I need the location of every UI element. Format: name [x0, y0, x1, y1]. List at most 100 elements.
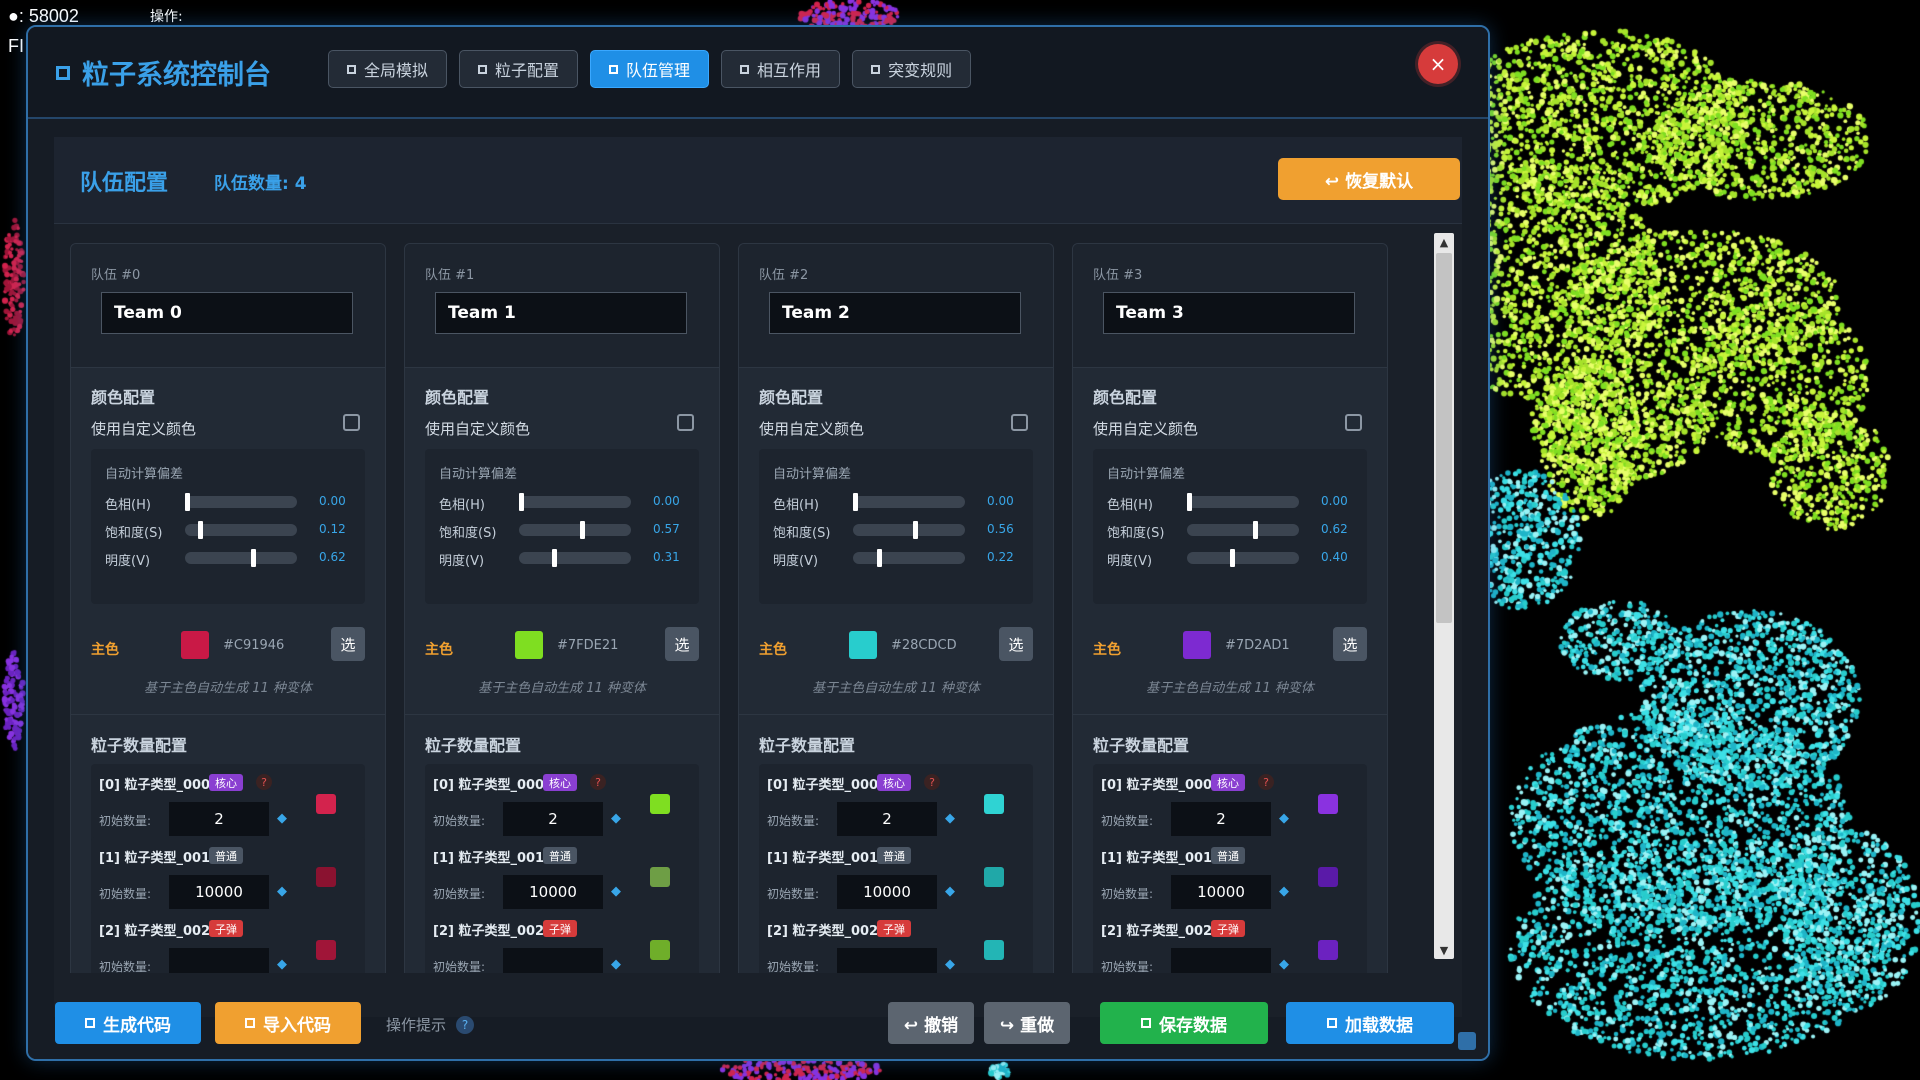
hue-slider[interactable] — [185, 493, 297, 511]
initial-count-input[interactable]: 10000 — [837, 875, 937, 909]
main-color-swatch[interactable] — [1183, 631, 1211, 659]
use-custom-color-checkbox[interactable] — [1011, 414, 1028, 431]
particle-color-swatch[interactable] — [984, 940, 1004, 960]
value-slider[interactable] — [1187, 549, 1299, 567]
saturation-slider[interactable] — [1187, 521, 1299, 539]
initial-count-input[interactable]: 10000 — [503, 875, 603, 909]
redo-button[interactable]: ↪ 重做 — [984, 1002, 1070, 1044]
use-custom-color-checkbox[interactable] — [1345, 414, 1362, 431]
auto-offset-title: 自动计算偏差 — [105, 467, 184, 482]
undo-button[interactable]: ↩ 撤销 — [888, 1002, 974, 1044]
particle-color-swatch[interactable] — [650, 794, 670, 814]
import-code-button[interactable]: 导入代码 — [215, 1002, 361, 1044]
help-icon[interactable]: ? — [456, 1015, 475, 1034]
value-slider[interactable] — [519, 549, 631, 567]
hue-slider[interactable] — [519, 493, 631, 511]
slider-knob[interactable] — [1187, 493, 1192, 511]
team-name-input[interactable]: Team 2 — [769, 292, 1021, 334]
use-custom-color-checkbox[interactable] — [343, 414, 360, 431]
slider-knob[interactable] — [913, 521, 918, 539]
operation-hint[interactable]: 操作提示? — [386, 1014, 475, 1035]
particle-color-swatch[interactable] — [316, 794, 336, 814]
particle-color-swatch[interactable] — [1318, 867, 1338, 887]
variants-note: 基于主色自动生成 11 种变体 — [812, 681, 980, 696]
tab-global-simulation[interactable]: 全局模拟 — [328, 50, 448, 88]
slider-knob[interactable] — [1230, 549, 1235, 567]
initial-count-label: 初始数量: — [433, 814, 486, 828]
fps-readout: FI — [8, 36, 24, 56]
initial-count-input[interactable] — [503, 948, 603, 973]
particle-type-item: [2] 粒子类型_002 子弹 初始数量: ◆ — [91, 910, 365, 973]
particle-color-swatch[interactable] — [650, 867, 670, 887]
particle-color-swatch[interactable] — [650, 940, 670, 960]
value-slider[interactable] — [853, 549, 965, 567]
diamond-icon: ◆ — [611, 884, 621, 899]
tab-mutation-rules[interactable]: 突变规则 — [852, 50, 972, 88]
slider-knob[interactable] — [519, 493, 524, 511]
hue-slider[interactable] — [1187, 493, 1299, 511]
tab-particle-config[interactable]: 粒子配置 — [459, 50, 579, 88]
initial-count-input[interactable]: 2 — [169, 802, 269, 836]
tab-interaction[interactable]: 相互作用 — [721, 50, 841, 88]
saturation-slider[interactable] — [853, 521, 965, 539]
particle-color-swatch[interactable] — [316, 940, 336, 960]
scroll-down-arrow-icon[interactable]: ▼ — [1434, 941, 1454, 959]
main-color-swatch[interactable] — [181, 631, 209, 659]
slider-knob[interactable] — [853, 493, 858, 511]
scroll-up-arrow-icon[interactable]: ▲ — [1434, 233, 1454, 251]
initial-count-input[interactable]: 10000 — [169, 875, 269, 909]
slider-knob[interactable] — [877, 549, 882, 567]
particle-type-name: [0] 粒子类型_000 — [1101, 778, 1213, 793]
save-data-button[interactable]: 保存数据 — [1100, 1002, 1268, 1044]
particle-color-swatch[interactable] — [984, 794, 1004, 814]
particle-color-swatch[interactable] — [316, 867, 336, 887]
value-label: 明度(V) — [773, 554, 819, 569]
pick-color-button[interactable]: 选 — [665, 627, 699, 661]
help-icon[interactable]: ? — [590, 774, 606, 790]
saturation-value: 0.62 — [1321, 522, 1348, 536]
help-icon[interactable]: ? — [256, 774, 272, 790]
saturation-slider[interactable] — [185, 521, 297, 539]
hue-slider[interactable] — [853, 493, 965, 511]
pick-color-button[interactable]: 选 — [999, 627, 1033, 661]
initial-count-input[interactable]: 10000 — [1171, 875, 1271, 909]
scrollbar-thumb[interactable] — [1436, 253, 1452, 623]
pick-color-button[interactable]: 选 — [1333, 627, 1367, 661]
initial-count-input[interactable]: 2 — [837, 802, 937, 836]
pick-color-button[interactable]: 选 — [331, 627, 365, 661]
slider-knob[interactable] — [185, 493, 190, 511]
help-icon[interactable]: ? — [924, 774, 940, 790]
slider-knob[interactable] — [251, 549, 256, 567]
reset-default-button[interactable]: ↩ 恢复默认 — [1278, 158, 1460, 200]
use-custom-color-checkbox[interactable] — [677, 414, 694, 431]
resize-handle[interactable] — [1458, 1032, 1476, 1050]
team-index-label: 队伍 #1 — [425, 268, 475, 283]
particle-color-swatch[interactable] — [984, 867, 1004, 887]
slider-knob[interactable] — [1253, 521, 1258, 539]
team-name-input[interactable]: Team 3 — [1103, 292, 1355, 334]
initial-count-input[interactable]: 2 — [1171, 802, 1271, 836]
value-slider[interactable] — [185, 549, 297, 567]
close-button[interactable]: × — [1418, 44, 1458, 84]
slider-knob[interactable] — [580, 521, 585, 539]
tab-team-management[interactable]: 队伍管理 — [590, 50, 710, 88]
generate-code-button[interactable]: 生成代码 — [55, 1002, 201, 1044]
initial-count-input[interactable]: 2 — [503, 802, 603, 836]
load-data-button[interactable]: 加载数据 — [1286, 1002, 1454, 1044]
saturation-slider[interactable] — [519, 521, 631, 539]
team-name-input[interactable]: Team 1 — [435, 292, 687, 334]
scrollbar[interactable]: ▲ ▼ — [1434, 233, 1454, 959]
initial-count-input[interactable] — [1171, 948, 1271, 973]
initial-count-input[interactable] — [169, 948, 269, 973]
main-color-swatch[interactable] — [515, 631, 543, 659]
help-icon[interactable]: ? — [1258, 774, 1274, 790]
main-color-swatch[interactable] — [849, 631, 877, 659]
slider-knob[interactable] — [552, 549, 557, 567]
particle-color-swatch[interactable] — [1318, 940, 1338, 960]
slider-knob[interactable] — [198, 521, 203, 539]
particle-type-tag: 普通 — [209, 847, 243, 864]
particle-color-swatch[interactable] — [1318, 794, 1338, 814]
initial-count-input[interactable] — [837, 948, 937, 973]
team-name-input[interactable]: Team 0 — [101, 292, 353, 334]
window-title: 粒子系统控制台 — [56, 53, 271, 92]
